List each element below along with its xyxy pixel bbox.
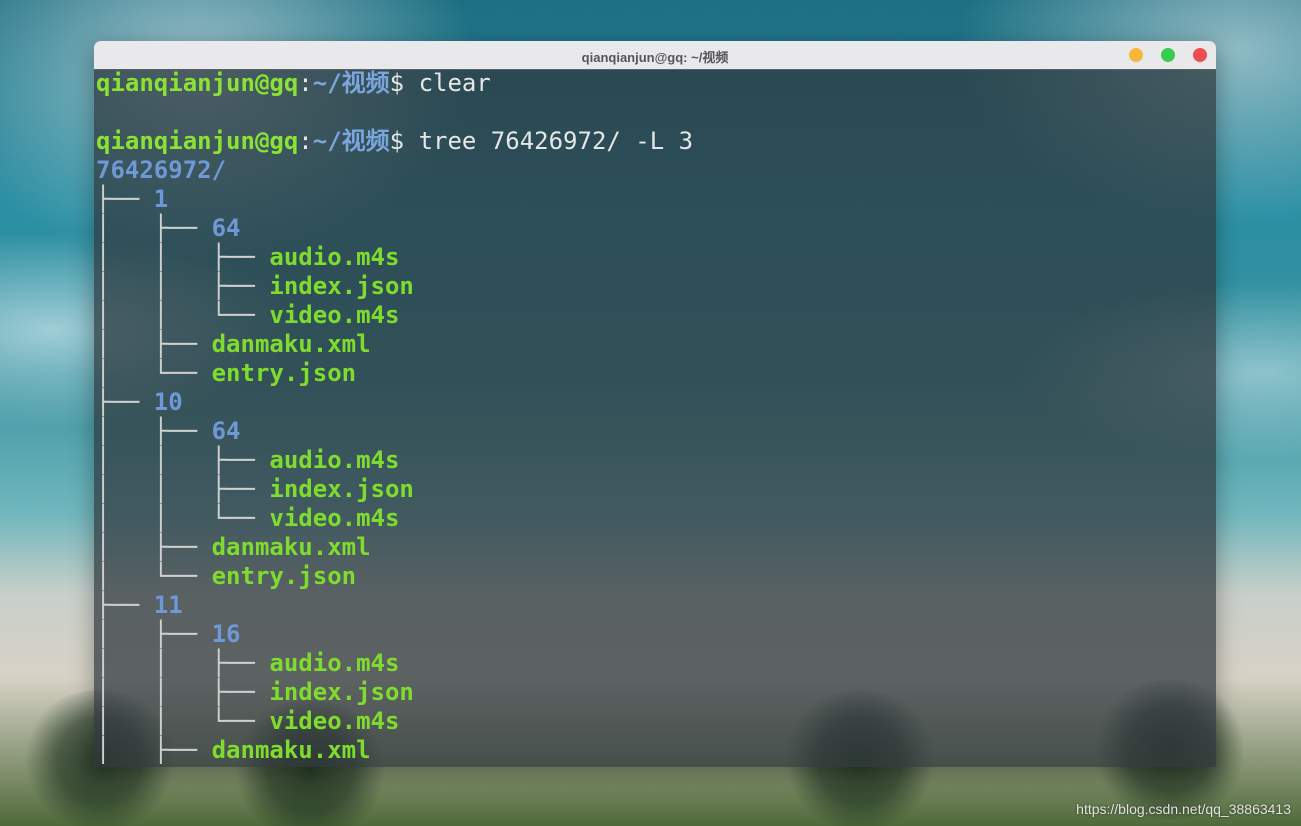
prompt-user-host: qianqianjun@gq bbox=[96, 69, 299, 97]
tree-branch: │ ├── bbox=[96, 214, 212, 242]
directory-name: 16 bbox=[211, 620, 241, 648]
tree-branch: │ ├── bbox=[96, 330, 212, 358]
tree-line: │ ├── danmaku.xml bbox=[96, 533, 1216, 562]
prompt-line: qianqianjun@gq:~/视频$ clear bbox=[96, 69, 1216, 98]
prompt-symbol: $ bbox=[389, 69, 405, 97]
tree-line: │ │ └── video.m4s bbox=[96, 301, 1216, 330]
prompt-symbol: $ bbox=[389, 127, 405, 155]
tree-line: │ ├── 64 bbox=[96, 214, 1216, 243]
watermark-text: https://blog.csdn.net/qq_38863413 bbox=[1076, 801, 1291, 817]
directory-name: 64 bbox=[211, 214, 241, 242]
directory-name: 1 bbox=[153, 185, 169, 213]
tree-line: ├── 11 bbox=[96, 591, 1216, 620]
tree-line: │ │ └── video.m4s bbox=[96, 504, 1216, 533]
directory-name: 11 bbox=[153, 591, 183, 619]
tree-line: │ │ ├── audio.m4s bbox=[96, 243, 1216, 272]
tree-line: │ │ └── video.m4s bbox=[96, 707, 1216, 736]
terminal-content[interactable]: qianqianjun@gq:~/视频$ clear qianqianjun@g… bbox=[94, 69, 1216, 767]
tree-line: │ │ ├── index.json bbox=[96, 475, 1216, 504]
window-title: qianqianjun@gq: ~/视频 bbox=[581, 50, 729, 65]
tree-branch: │ └── bbox=[96, 562, 212, 590]
file-name: danmaku.xml bbox=[211, 736, 371, 764]
tree-line: ├── 1 bbox=[96, 185, 1216, 214]
file-name: audio.m4s bbox=[269, 243, 400, 271]
directory-name: 10 bbox=[153, 388, 183, 416]
tree-line: │ ├── danmaku.xml bbox=[96, 736, 1216, 765]
tree-branch: │ │ └── bbox=[96, 707, 270, 735]
tree-branch: │ ├── bbox=[96, 417, 212, 445]
tree-branch: ├── bbox=[96, 591, 154, 619]
tree-line: │ │ ├── audio.m4s bbox=[96, 649, 1216, 678]
tree-branch: │ │ ├── bbox=[96, 243, 270, 271]
file-name: index.json bbox=[269, 272, 414, 300]
prompt-cwd: ~/视频 bbox=[312, 69, 390, 97]
tree-line: │ └── entry.json bbox=[96, 562, 1216, 591]
tree-branch: │ ├── bbox=[96, 620, 212, 648]
close-button[interactable] bbox=[1193, 48, 1207, 62]
prompt-separator: : bbox=[298, 127, 313, 155]
tree-line: ├── 10 bbox=[96, 388, 1216, 417]
tree-branch: │ └── bbox=[96, 359, 212, 387]
tree-line: │ ├── 64 bbox=[96, 417, 1216, 446]
file-name: audio.m4s bbox=[269, 446, 400, 474]
file-name: index.json bbox=[269, 475, 414, 503]
maximize-button[interactable] bbox=[1161, 48, 1175, 62]
file-name: video.m4s bbox=[269, 504, 400, 532]
prompt-separator: : bbox=[298, 69, 313, 97]
tree-root: 76426972/ bbox=[96, 156, 1216, 185]
directory-name: 76426972/ bbox=[96, 156, 227, 184]
file-name: entry.json bbox=[211, 562, 357, 590]
tree-branch: │ │ └── bbox=[96, 504, 270, 532]
tree-line: │ │ ├── index.json bbox=[96, 678, 1216, 707]
file-name: entry.json bbox=[211, 359, 357, 387]
tree-line: │ ├── 16 bbox=[96, 620, 1216, 649]
tree-branch: │ ├── bbox=[96, 736, 212, 764]
tree-line: │ │ ├── index.json bbox=[96, 272, 1216, 301]
tree-branch: │ │ ├── bbox=[96, 649, 270, 677]
tree-branch: │ │ └── bbox=[96, 301, 270, 329]
tree-branch: │ │ ├── bbox=[96, 678, 270, 706]
prompt-line: qianqianjun@gq:~/视频$ tree 76426972/ -L 3 bbox=[96, 127, 1216, 156]
tree-line: │ └── entry.json bbox=[96, 359, 1216, 388]
tree-branch: ├── bbox=[96, 185, 154, 213]
tree-branch: │ │ ├── bbox=[96, 272, 270, 300]
directory-name: 64 bbox=[211, 417, 241, 445]
title-bar[interactable]: qianqianjun@gq: ~/视频 bbox=[94, 41, 1216, 70]
tree-line: │ │ ├── audio.m4s bbox=[96, 446, 1216, 475]
terminal-window: qianqianjun@gq: ~/视频 qianqianjun@gq:~/视频… bbox=[94, 41, 1216, 767]
minimize-button[interactable] bbox=[1129, 48, 1143, 62]
prompt-user-host: qianqianjun@gq bbox=[96, 127, 299, 155]
file-name: index.json bbox=[269, 678, 414, 706]
prompt-cwd: ~/视频 bbox=[312, 127, 390, 155]
tree-branch: │ │ ├── bbox=[96, 446, 270, 474]
tree-branch: │ │ ├── bbox=[96, 475, 270, 503]
command-text: clear bbox=[418, 69, 491, 97]
tree-line: │ ├── danmaku.xml bbox=[96, 330, 1216, 359]
tree-branch: │ ├── bbox=[96, 533, 212, 561]
file-name: danmaku.xml bbox=[211, 330, 371, 358]
command-text: tree 76426972/ -L 3 bbox=[418, 127, 694, 155]
file-name: audio.m4s bbox=[269, 649, 400, 677]
tree-branch: ├── bbox=[96, 388, 154, 416]
tree-output: ├── 1 │ ├── 64 │ │ ├── audio.m4s │ │ ├── in… bbox=[96, 185, 1216, 765]
file-name: video.m4s bbox=[269, 707, 400, 735]
file-name: danmaku.xml bbox=[211, 533, 371, 561]
file-name: video.m4s bbox=[269, 301, 400, 329]
